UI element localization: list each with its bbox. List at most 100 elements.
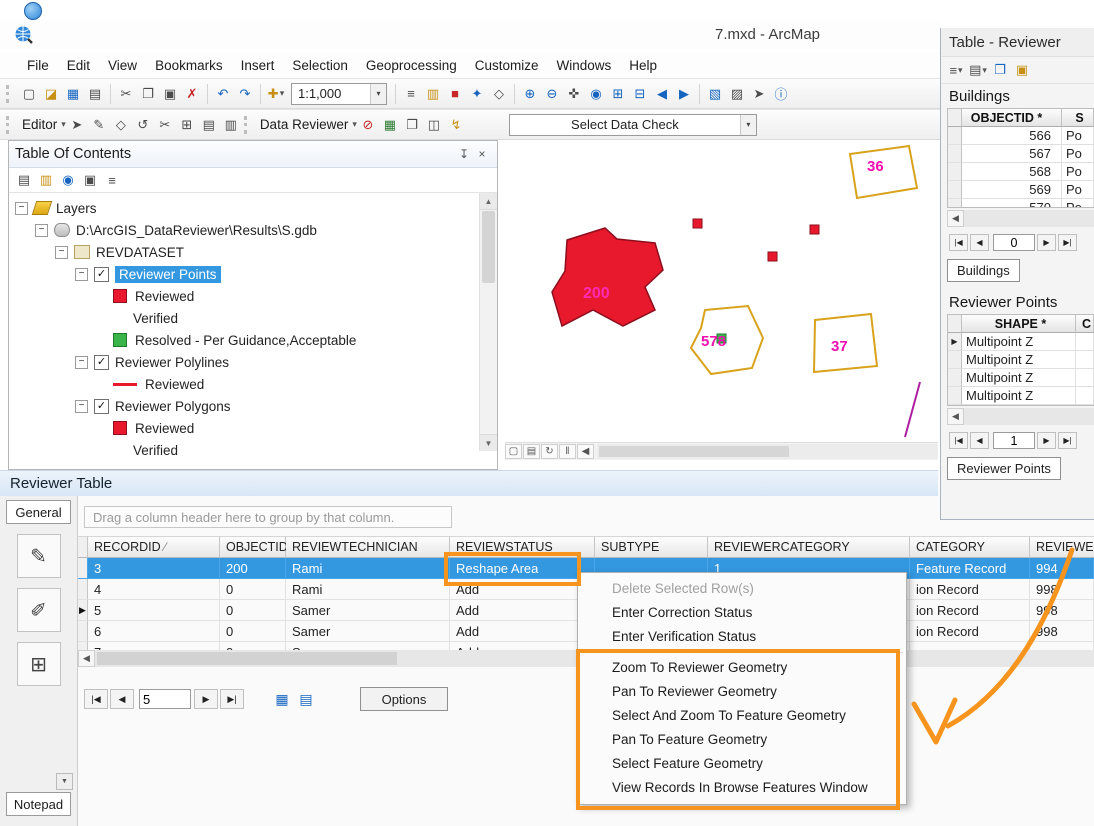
table-options-icon[interactable]: ≡ ▾ — [946, 60, 966, 80]
cell-shape[interactable]: Multipoint Z — [962, 387, 1076, 405]
print-icon[interactable]: ▤ — [85, 84, 105, 104]
scroll-up-icon[interactable]: ▲ — [480, 193, 497, 210]
layer-checkbox[interactable]: ✓ — [94, 354, 109, 370]
menu-edit[interactable]: Edit — [58, 55, 99, 76]
search-icon[interactable]: ✦ — [467, 84, 487, 104]
pause-drawing-icon[interactable]: ‖ — [559, 444, 576, 459]
toc-item-revdataset[interactable]: − REVDATASET — [9, 241, 497, 263]
buildings-horizontal-scrollbar[interactable]: ◀ — [947, 209, 1094, 227]
tab-reviewer-points[interactable]: Reviewer Points — [947, 457, 1061, 480]
scroll-down-icon[interactable]: ▼ — [480, 434, 497, 451]
split-tool-icon[interactable]: ⊞ — [177, 115, 197, 135]
editor-menu-label[interactable]: Editor — [22, 117, 57, 132]
cell-shape[interactable]: Po — [1062, 127, 1094, 145]
menu-selection[interactable]: Selection — [283, 55, 357, 76]
menu-help[interactable]: Help — [620, 55, 666, 76]
table-row[interactable]: 566 Po — [948, 127, 1094, 145]
cell-objectid[interactable]: 570 — [962, 199, 1062, 207]
data-reviewer-menu-label[interactable]: Data Reviewer — [260, 117, 349, 132]
next-record-button[interactable]: ▶ — [194, 689, 218, 709]
cell-objectid[interactable]: 568 — [962, 163, 1062, 181]
menu-item-view-records-in-browse-features-window[interactable]: View Records In Browse Features Window — [578, 776, 906, 800]
scrollbar-track[interactable] — [964, 407, 1094, 425]
sidebar-scroll-down-icon[interactable]: ▼ — [56, 773, 73, 790]
fixed-zoom-out-icon[interactable]: ⊟ — [630, 84, 650, 104]
collapse-icon[interactable]: − — [15, 201, 28, 215]
delete-icon[interactable]: ✗ — [182, 84, 202, 104]
related-tables-icon[interactable]: ▤ ▾ — [968, 60, 988, 80]
table-row[interactable]: Multipoint Z — [948, 351, 1094, 369]
record-number-input[interactable] — [993, 234, 1035, 251]
undo-icon[interactable]: ↶ — [213, 84, 233, 104]
table-row[interactable]: Multipoint Z — [948, 369, 1094, 387]
select-features-icon[interactable]: ▧ — [705, 84, 725, 104]
cell-shape[interactable]: Multipoint Z — [962, 369, 1076, 387]
menu-item-select-and-zoom-to-feature-geometry[interactable]: Select And Zoom To Feature Geometry — [578, 704, 906, 728]
list-by-drawing-order-icon[interactable]: ▤ — [14, 170, 34, 190]
reviewer-overview-icon[interactable]: ◫ — [424, 115, 444, 135]
refresh-view-icon[interactable]: ↻ — [541, 444, 558, 459]
cell-technician[interactable]: Samer — [286, 621, 450, 642]
highlight-selected-icon[interactable]: ❐ — [990, 60, 1010, 80]
cell-status[interactable]: Add — [450, 621, 595, 642]
first-record-button[interactable]: |◀ — [84, 689, 108, 709]
toc-options-icon[interactable]: ≡ — [102, 170, 122, 190]
reviewer-table-icon[interactable]: ▦ — [380, 115, 400, 135]
cell-reviewe[interactable]: 998 — [1030, 579, 1094, 600]
first-record-button[interactable]: |◀ — [949, 432, 968, 449]
data-view-icon[interactable]: ▢ — [505, 444, 522, 459]
cut-polygons-icon[interactable]: ✂ — [155, 115, 175, 135]
scrollbar-thumb[interactable] — [482, 211, 495, 283]
col-objectid[interactable]: OBJECTID * — [962, 109, 1062, 127]
map-scale-combo[interactable]: 1:1,000 ▾ — [291, 82, 387, 105]
cell-extra[interactable] — [1076, 351, 1094, 369]
cell-category[interactable]: Feature Record — [910, 558, 1030, 579]
chevron-down-icon[interactable]: ▾ — [352, 119, 357, 130]
scrollbar-thumb[interactable] — [599, 446, 789, 457]
collapse-icon[interactable]: − — [35, 223, 48, 237]
menu-windows[interactable]: Windows — [548, 55, 621, 76]
line-sketch-tool-icon[interactable]: ✎ — [16, 534, 61, 578]
toolbar-grip[interactable] — [243, 115, 251, 134]
go-back-extent-icon[interactable]: ◀ — [652, 84, 672, 104]
toc-item-reviewer-polylines[interactable]: − ✓ Reviewer Polylines — [9, 351, 497, 373]
cell-objectid[interactable]: 566 — [962, 127, 1062, 145]
reviewer-points-horizontal-scrollbar[interactable]: ◀ — [947, 407, 1094, 425]
previous-record-button[interactable]: ◀ — [970, 432, 989, 449]
clear-selection-icon[interactable]: ▨ — [727, 84, 747, 104]
reviewer-session-icon[interactable]: ⊘ — [358, 115, 378, 135]
browse-features-icon[interactable]: ❐ — [402, 115, 422, 135]
show-all-records-icon[interactable]: ▦ — [272, 690, 292, 708]
cell-extra[interactable] — [1076, 333, 1094, 351]
pin-icon[interactable]: ↧ — [455, 145, 473, 163]
tab-buildings[interactable]: Buildings — [947, 259, 1020, 282]
table-row[interactable]: 570 Po — [948, 199, 1094, 207]
toc-window-icon[interactable]: ≡ — [401, 84, 421, 104]
cell-shape[interactable]: Po — [1062, 145, 1094, 163]
menu-insert[interactable]: Insert — [232, 55, 284, 76]
next-record-button[interactable]: ▶ — [1037, 234, 1056, 251]
menu-item-enter-correction-status[interactable]: Enter Correction Status — [578, 601, 906, 625]
collapse-icon[interactable]: − — [55, 245, 68, 259]
list-by-source-icon[interactable]: ▥ — [36, 170, 56, 190]
chevron-down-icon[interactable]: ▾ — [61, 119, 66, 130]
legend-item-reviewed-polygon[interactable]: Reviewed — [9, 417, 497, 439]
last-record-button[interactable]: ▶| — [1058, 234, 1077, 251]
cell-category[interactable]: ion Record — [910, 579, 1030, 600]
full-extent-icon[interactable]: ◉ — [586, 84, 606, 104]
legend-item-verified-polygon[interactable]: Verified — [9, 439, 497, 456]
select-data-check-combo[interactable]: Select Data Check ▾ — [508, 113, 757, 136]
col-shape[interactable]: S — [1062, 109, 1094, 127]
cell-recordid[interactable]: 5 — [88, 600, 220, 621]
cell-objectid[interactable]: 0 — [220, 642, 286, 650]
cell-objectid[interactable]: 569 — [962, 181, 1062, 199]
toc-item-reviewer-points[interactable]: − ✓ Reviewer Points — [9, 263, 497, 285]
last-record-button[interactable]: ▶| — [220, 689, 244, 709]
sketch-properties-icon[interactable]: ▥ — [221, 115, 241, 135]
go-forward-extent-icon[interactable]: ▶ — [674, 84, 694, 104]
menu-item-pan-to-feature-geometry[interactable]: Pan To Feature Geometry — [578, 728, 906, 752]
menu-item-pan-to-reviewer-geometry[interactable]: Pan To Reviewer Geometry — [578, 680, 906, 704]
batch-validate-icon[interactable]: ↯ — [446, 115, 466, 135]
attributes-icon[interactable]: ▤ — [199, 115, 219, 135]
add-data-icon[interactable]: ✚ ▾ — [266, 84, 286, 104]
